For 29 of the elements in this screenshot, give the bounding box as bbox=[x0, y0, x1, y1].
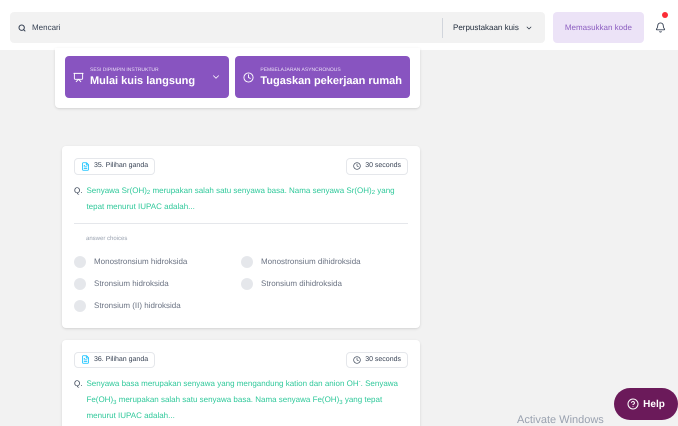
question-prefix: Q. bbox=[74, 378, 82, 390]
search-icon bbox=[18, 24, 26, 32]
activation-notice: Activate Windows bbox=[517, 413, 604, 426]
search-field[interactable]: Mencari bbox=[32, 22, 232, 34]
enter-code-button[interactable]: Memasukkan kode bbox=[552, 12, 644, 43]
clock-icon bbox=[353, 162, 362, 170]
help-icon bbox=[627, 398, 640, 410]
screen-icon bbox=[73, 72, 84, 82]
question-text: Senyawa Sr(OH)$_{2}$ merupakan salah satu senyawa basa. Nama senyawa Sr(OH)$_{2}$ yang tepat menurut IUPAC adalah... bbox=[86, 184, 396, 213]
document-icon bbox=[81, 162, 90, 171]
radio-button[interactable] bbox=[241, 256, 253, 268]
choice-text: Monostronsium dihidroksida bbox=[261, 256, 361, 268]
question-text: Senyawa basa merupakan senyawa yang mengandung kation dan anion OH$^{-}$. Senyawa Fe(OH)$_{3}$ merupakan salah satu senyawa basa. Nama senyawa Fe(OH)$_{3}$ yang tepat menurut IUPAC adalah... bbox=[86, 378, 399, 422]
choice-text: Monostronsium hidroksida bbox=[94, 256, 188, 268]
choice-text: Stronsium hidroksida bbox=[94, 278, 169, 290]
quiz-library-dropdown[interactable]: Perpustakaan kuis bbox=[449, 22, 537, 34]
question-prefix: Q. bbox=[74, 184, 82, 196]
radio-button[interactable] bbox=[74, 278, 86, 290]
radio-button[interactable] bbox=[74, 256, 86, 268]
clock-icon bbox=[243, 72, 254, 82]
bell-icon bbox=[654, 22, 666, 33]
radio-button[interactable] bbox=[74, 300, 86, 312]
document-icon bbox=[81, 355, 90, 364]
radio-button[interactable] bbox=[241, 278, 253, 290]
clock-icon bbox=[353, 356, 362, 364]
help-button[interactable]: Help bbox=[614, 388, 678, 420]
search-bar[interactable]: Mencari Perpustakaan kuis bbox=[10, 12, 545, 43]
choice-text: Stronsium (II) hidroksida bbox=[94, 300, 181, 312]
choice-text: Stronsium dihidroksida bbox=[261, 278, 342, 290]
